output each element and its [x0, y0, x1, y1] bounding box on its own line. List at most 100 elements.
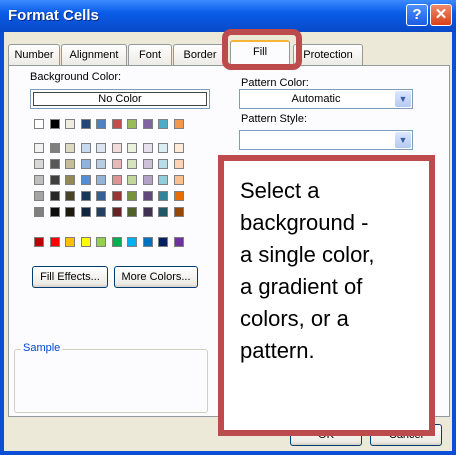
pattern-color-label: Pattern Color: — [241, 77, 309, 89]
pattern-style-label: Pattern Style: — [241, 113, 308, 125]
color-swatch[interactable] — [65, 159, 75, 169]
color-swatch[interactable] — [127, 159, 137, 169]
callout-line: pattern. — [240, 338, 315, 363]
color-swatch[interactable] — [96, 175, 106, 185]
color-swatch[interactable] — [96, 143, 106, 153]
color-swatch[interactable] — [80, 119, 91, 129]
pattern-color-dropdown[interactable]: Automatic ▼ — [239, 89, 413, 109]
color-swatch[interactable] — [111, 159, 122, 169]
color-swatch[interactable] — [142, 207, 153, 217]
color-swatch[interactable] — [49, 159, 60, 169]
color-swatch[interactable] — [34, 143, 44, 153]
callout-line: a gradient of — [240, 274, 363, 299]
color-swatch[interactable] — [80, 237, 91, 247]
tab-alignment[interactable]: Alignment — [61, 44, 127, 65]
color-swatch[interactable] — [80, 143, 91, 153]
color-swatch[interactable] — [158, 207, 168, 217]
color-swatch[interactable] — [158, 143, 168, 153]
pattern-style-dropdown[interactable]: ▼ — [239, 130, 413, 150]
close-button[interactable]: ✕ — [430, 4, 452, 26]
color-swatch[interactable] — [34, 237, 44, 247]
color-swatch[interactable] — [34, 191, 44, 201]
color-swatch[interactable] — [142, 175, 153, 185]
color-swatch[interactable] — [80, 207, 91, 217]
color-swatch[interactable] — [142, 237, 153, 247]
pattern-color-value: Automatic — [291, 93, 341, 105]
color-swatch[interactable] — [127, 175, 137, 185]
color-swatch[interactable] — [34, 119, 44, 129]
sample-label: Sample — [21, 342, 63, 354]
color-swatch[interactable] — [127, 207, 137, 217]
callout-line: Select a — [240, 178, 320, 203]
more-colors-button[interactable]: More Colors... — [114, 266, 198, 288]
color-swatch[interactable] — [65, 237, 75, 247]
color-swatch[interactable] — [96, 119, 106, 129]
color-swatch[interactable] — [65, 143, 75, 153]
color-swatch[interactable] — [173, 119, 184, 129]
color-swatch[interactable] — [142, 119, 153, 129]
color-swatch[interactable] — [111, 237, 122, 247]
annotation-callout: Select a background - a single color, a … — [218, 155, 435, 436]
title-bar[interactable]: Format Cells ? ✕ — [0, 0, 456, 32]
fill-effects-button[interactable]: Fill Effects... — [32, 266, 108, 288]
chevron-down-icon[interactable]: ▼ — [395, 132, 411, 148]
sample-group: Sample — [14, 342, 208, 413]
color-swatch[interactable] — [173, 143, 184, 153]
color-swatch[interactable] — [127, 143, 137, 153]
callout-line: a single color, — [240, 242, 375, 267]
tab-number[interactable]: Number — [8, 44, 60, 65]
color-swatch[interactable] — [173, 237, 184, 247]
color-swatch[interactable] — [96, 237, 106, 247]
color-swatch[interactable] — [65, 207, 75, 217]
color-swatch[interactable] — [142, 159, 153, 169]
color-swatch[interactable] — [80, 191, 91, 201]
chevron-down-icon[interactable]: ▼ — [395, 91, 411, 107]
color-swatch[interactable] — [158, 237, 168, 247]
color-swatch[interactable] — [96, 191, 106, 201]
color-swatch[interactable] — [49, 191, 60, 201]
color-swatch[interactable] — [96, 159, 106, 169]
no-color-button[interactable]: No Color — [30, 89, 210, 109]
color-swatch[interactable] — [65, 175, 75, 185]
color-swatch[interactable] — [173, 175, 184, 185]
color-swatch[interactable] — [49, 175, 60, 185]
tab-border[interactable]: Border — [173, 44, 227, 65]
callout-line: background - — [240, 210, 369, 235]
color-swatch[interactable] — [158, 159, 168, 169]
color-swatch[interactable] — [111, 175, 122, 185]
color-swatch[interactable] — [173, 207, 184, 217]
color-swatch[interactable] — [34, 175, 44, 185]
color-swatch[interactable] — [173, 191, 184, 201]
tab-protection[interactable]: Protection — [293, 44, 363, 65]
color-swatch[interactable] — [142, 191, 153, 201]
color-swatch[interactable] — [158, 191, 168, 201]
window-title: Format Cells — [8, 7, 99, 24]
color-swatch[interactable] — [49, 207, 60, 217]
color-swatch[interactable] — [49, 237, 60, 247]
color-swatch[interactable] — [142, 143, 153, 153]
color-swatch[interactable] — [111, 143, 122, 153]
color-swatch[interactable] — [49, 119, 60, 129]
color-swatch[interactable] — [80, 159, 91, 169]
color-swatch[interactable] — [49, 143, 60, 153]
color-swatch[interactable] — [127, 237, 137, 247]
color-swatch[interactable] — [96, 207, 106, 217]
color-swatch[interactable] — [158, 175, 168, 185]
color-swatch[interactable] — [127, 119, 137, 129]
color-swatch[interactable] — [65, 191, 75, 201]
color-swatch[interactable] — [127, 191, 137, 201]
color-swatch[interactable] — [158, 119, 168, 129]
color-swatch[interactable] — [34, 159, 44, 169]
color-swatch[interactable] — [34, 207, 44, 217]
color-swatch[interactable] — [111, 207, 122, 217]
color-swatch[interactable] — [111, 119, 122, 129]
background-color-label: Background Color: — [30, 71, 122, 83]
callout-line: colors, or a — [240, 306, 349, 331]
tab-font[interactable]: Font — [128, 44, 172, 65]
color-swatch[interactable] — [65, 119, 75, 129]
color-swatch[interactable] — [173, 159, 184, 169]
color-swatch[interactable] — [80, 175, 91, 185]
color-swatch[interactable] — [111, 191, 122, 201]
fill-tab-highlight — [222, 29, 302, 70]
help-button[interactable]: ? — [406, 4, 428, 26]
